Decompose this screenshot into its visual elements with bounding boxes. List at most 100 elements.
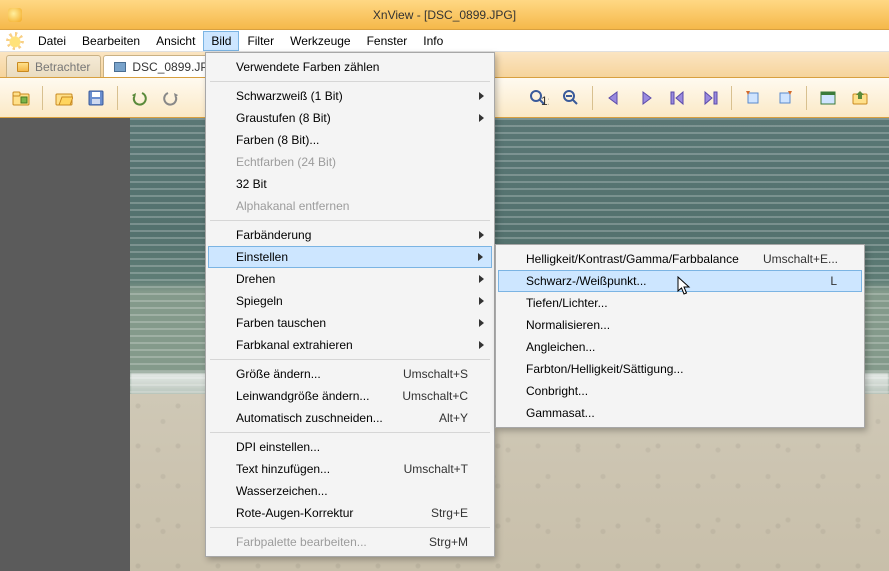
submenuitem-conbright[interactable]: Conbright...: [498, 380, 862, 402]
menu-ansicht[interactable]: Ansicht: [148, 31, 203, 51]
submenuitem-normalisieren[interactable]: Normalisieren...: [498, 314, 862, 336]
menuitem-label: Text hinzufügen...: [236, 462, 330, 476]
save-button[interactable]: [83, 85, 109, 111]
last-button[interactable]: [697, 85, 723, 111]
prev-button[interactable]: [601, 85, 627, 111]
menu-bearbeiten[interactable]: Bearbeiten: [74, 31, 148, 51]
menuitem-farbpalette-bearbeiten: Farbpalette bearbeiten...Strg+M: [208, 531, 492, 553]
menuitem-shortcut: Strg+E: [431, 506, 468, 520]
menuitem-drehen[interactable]: Drehen: [208, 268, 492, 290]
menuitem-label: Rote-Augen-Korrektur: [236, 506, 353, 520]
submenuitem-gammasat[interactable]: Gammasat...: [498, 402, 862, 424]
menuitem-gr-e-ndern[interactable]: Größe ändern... Umschalt+S: [208, 363, 492, 385]
window-title: XnView - [DSC_0899.JPG]: [373, 8, 516, 22]
menu-info[interactable]: Info: [415, 31, 451, 51]
menu-werkzeuge[interactable]: Werkzeuge: [282, 31, 358, 51]
menuitem-spiegeln[interactable]: Spiegeln: [208, 290, 492, 312]
next-button[interactable]: [633, 85, 659, 111]
menuitem-label: Leinwandgröße ändern...: [236, 389, 369, 403]
tab-label: Betrachter: [35, 60, 90, 74]
menuitem-schwarzwei-1-bit[interactable]: Schwarzweiß (1 Bit): [208, 85, 492, 107]
menu-datei[interactable]: Datei: [30, 31, 74, 51]
menuitem-label: Conbright...: [526, 384, 588, 398]
menuitem-shortcut: Alt+Y: [439, 411, 468, 425]
first-button[interactable]: [665, 85, 691, 111]
submenuitem-farbton-helligkeit-s-ttigung[interactable]: Farbton/Helligkeit/Sättigung...: [498, 358, 862, 380]
menuitem-shortcut: L: [830, 274, 837, 288]
menuitem-label: Farbton/Helligkeit/Sättigung...: [526, 362, 683, 376]
menuitem-label: Normalisieren...: [526, 318, 610, 332]
tab-label: DSC_0899.JP: [132, 60, 208, 74]
redo-button[interactable]: [158, 85, 184, 111]
titlebar: XnView - [DSC_0899.JPG]: [0, 0, 889, 30]
viewport-gutter: [0, 118, 130, 571]
browse-button[interactable]: [8, 85, 34, 111]
menuitem-label: Wasserzeichen...: [236, 484, 328, 498]
menuitem-shortcut: Umschalt+S: [403, 367, 468, 381]
submenuitem-helligkeit-kontrast-gamma-farbbalance[interactable]: Helligkeit/Kontrast/Gamma/Farbbalance Ums…: [498, 248, 862, 270]
undo-button[interactable]: [126, 85, 152, 111]
menuitem-shortcut: Umschalt+E...: [763, 252, 838, 266]
menuitem-shortcut: Umschalt+T: [404, 462, 468, 476]
menuitem-label: Automatisch zuschneiden...: [236, 411, 383, 425]
menu-fenster[interactable]: Fenster: [359, 31, 416, 51]
submenu-einstellen[interactable]: Helligkeit/Kontrast/Gamma/Farbbalance Ums…: [495, 244, 865, 428]
menuitem-farbkanal-extrahieren[interactable]: Farbkanal extrahieren: [208, 334, 492, 356]
zoom-out-button[interactable]: [558, 85, 584, 111]
submenuitem-schwarz-wei-punkt[interactable]: Schwarz-/Weißpunkt... L: [498, 270, 862, 292]
fullscreen-button[interactable]: [815, 85, 841, 111]
submenuitem-tiefen-lichter[interactable]: Tiefen/Lichter...: [498, 292, 862, 314]
menuitem-label: Schwarz-/Weißpunkt...: [526, 274, 646, 288]
menuitem-label: Graustufen (8 Bit): [236, 111, 331, 125]
menuitem-shortcut: Umschalt+C: [402, 389, 468, 403]
menuitem-label: DPI einstellen...: [236, 440, 320, 454]
menuitem-label: Helligkeit/Kontrast/Gamma/Farbbalance: [526, 252, 739, 266]
menuitem-rote-augen-korrektur[interactable]: Rote-Augen-Korrektur Strg+E: [208, 502, 492, 524]
folder-icon: [17, 62, 29, 72]
submenu-arrow-icon: [478, 253, 483, 261]
menuitem-label: Angleichen...: [526, 340, 595, 354]
submenuitem-angleichen[interactable]: Angleichen...: [498, 336, 862, 358]
rotate-left-button[interactable]: [740, 85, 766, 111]
image-icon: [114, 62, 126, 72]
open-button[interactable]: [51, 85, 77, 111]
app-icon: [8, 8, 22, 22]
menuitem-label: Alphakanal entfernen: [236, 199, 349, 213]
svg-text:1:1: 1:1: [541, 94, 549, 107]
menuitem-dpi-einstellen[interactable]: DPI einstellen...: [208, 436, 492, 458]
menuitem-32-bit[interactable]: 32 Bit: [208, 173, 492, 195]
menuitem-text-hinzuf-gen[interactable]: Text hinzufügen... Umschalt+T: [208, 458, 492, 480]
menuitem-leinwandgr-e-ndern[interactable]: Leinwandgröße ändern... Umschalt+C: [208, 385, 492, 407]
menuitem-alphakanal-entfernen: Alphakanal entfernen: [208, 195, 492, 217]
rotate-right-button[interactable]: [772, 85, 798, 111]
menuitem-automatisch-zuschneiden[interactable]: Automatisch zuschneiden... Alt+Y: [208, 407, 492, 429]
tab-1[interactable]: DSC_0899.JP: [103, 55, 219, 77]
zoom-1to1-button[interactable]: 1:1: [526, 85, 552, 111]
menuitem-label: Einstellen: [236, 250, 288, 264]
export-button[interactable]: [847, 85, 873, 111]
menuitem-farben-8-bit[interactable]: Farben (8 Bit)...: [208, 129, 492, 151]
menuitem-label: Spiegeln: [236, 294, 283, 308]
menuitem-graustufen-8-bit[interactable]: Graustufen (8 Bit): [208, 107, 492, 129]
menuitem-label: Größe ändern...: [236, 367, 321, 381]
menuitem-verwendete-farben-z-hlen[interactable]: Verwendete Farben zählen: [208, 56, 492, 78]
submenu-arrow-icon: [479, 297, 484, 305]
menuitem-label: 32 Bit: [236, 177, 267, 191]
menu-filter[interactable]: Filter: [239, 31, 282, 51]
menuitem-farben-tauschen[interactable]: Farben tauschen: [208, 312, 492, 334]
menuitem-label: Tiefen/Lichter...: [526, 296, 608, 310]
submenu-arrow-icon: [479, 341, 484, 349]
menuitem-farb-nderung[interactable]: Farbänderung: [208, 224, 492, 246]
menuitem-shortcut: Strg+M: [429, 535, 468, 549]
menu-bild[interactable]: Bild: [203, 31, 239, 51]
menuitem-wasserzeichen[interactable]: Wasserzeichen...: [208, 480, 492, 502]
submenu-arrow-icon: [479, 275, 484, 283]
tab-0[interactable]: Betrachter: [6, 55, 101, 77]
menuitem-einstellen[interactable]: Einstellen: [208, 246, 492, 268]
menuitem-label: Farben tauschen: [236, 316, 326, 330]
menuitem-label: Farbkanal extrahieren: [236, 338, 353, 352]
submenu-arrow-icon: [479, 319, 484, 327]
menuitem-label: Verwendete Farben zählen: [236, 60, 379, 74]
menu-bild-dropdown[interactable]: Verwendete Farben zählen Schwarzweiß (1 B…: [205, 52, 495, 557]
menuitem-label: Farben (8 Bit)...: [236, 133, 319, 147]
